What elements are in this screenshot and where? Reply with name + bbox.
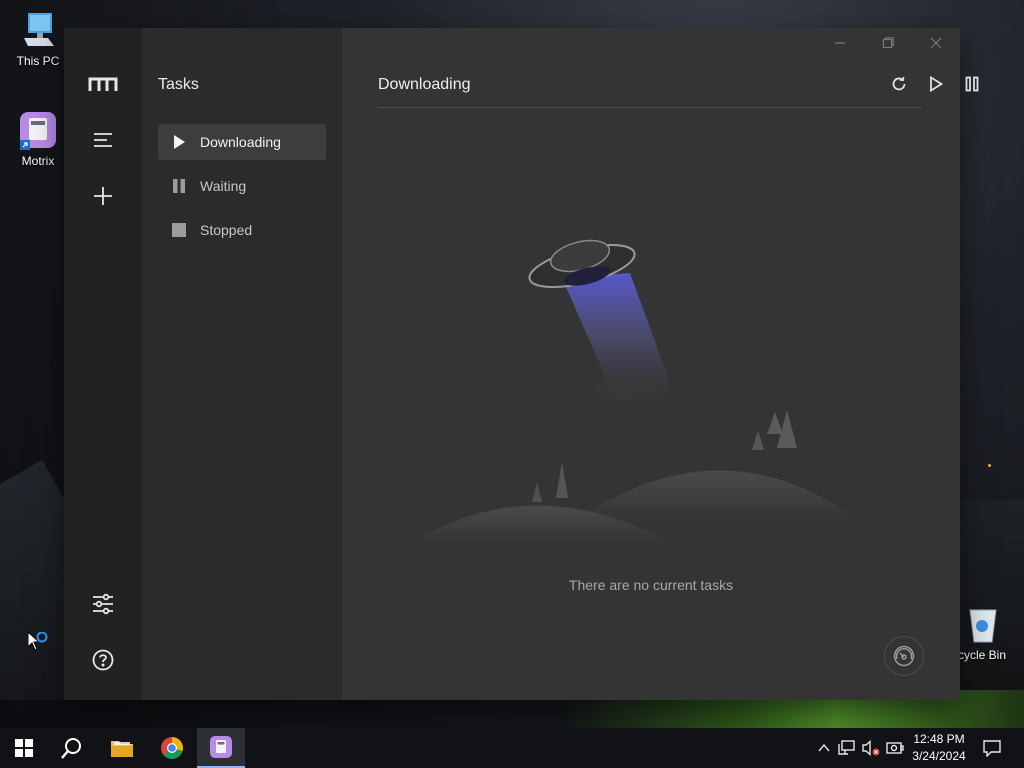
sidebar-item-downloading[interactable]: Downloading <box>158 124 326 160</box>
sidebar-item-label: Waiting <box>200 178 247 194</box>
battery-icon[interactable] <box>885 738 905 758</box>
page-title: Downloading <box>378 76 471 93</box>
stop-square-icon <box>158 222 200 238</box>
desktop-icon-motrix[interactable]: Motrix <box>6 110 70 168</box>
left-rail <box>64 28 142 700</box>
sidebar-item-label: Downloading <box>200 134 281 150</box>
play-icon <box>158 134 200 150</box>
file-explorer-icon[interactable] <box>98 728 146 768</box>
play-outline-icon[interactable] <box>924 72 948 96</box>
empty-state-message: There are no current tasks <box>568 577 734 593</box>
minimize-icon[interactable] <box>820 32 860 54</box>
desktop-icon-label: Motrix <box>21 154 55 168</box>
wallpaper-star <box>988 464 991 467</box>
plus-icon[interactable] <box>83 176 123 216</box>
motrix-window: Tasks Downloading Waiting Stopped Downlo… <box>64 28 979 700</box>
chrome-icon[interactable] <box>148 728 196 768</box>
sliders-settings-icon[interactable] <box>83 584 123 624</box>
taskbar: 12:48 PM 3/24/2024 <box>0 728 1024 768</box>
desktop-wallpaper-mountain <box>0 460 70 700</box>
motrix-app-icon <box>18 110 58 150</box>
search-icon[interactable] <box>48 728 96 768</box>
computer-icon <box>18 10 58 50</box>
sidebar-title: Tasks <box>158 76 199 93</box>
main-panel: Downloading There are no current tasks <box>342 28 979 700</box>
volume-muted-icon[interactable] <box>861 738 881 758</box>
notification-icon[interactable] <box>982 738 1002 758</box>
sidebar-item-stopped[interactable]: Stopped <box>158 212 326 248</box>
help-circle-icon[interactable] <box>83 640 123 680</box>
chevron-up-icon[interactable] <box>814 738 834 758</box>
motrix-taskbar-icon[interactable] <box>197 728 245 768</box>
motrix-m-logo-icon[interactable] <box>83 64 123 104</box>
recycle-bin-icon <box>962 604 1002 644</box>
sidebar-item-waiting[interactable]: Waiting <box>158 168 326 204</box>
desktop-icon-label: This PC <box>16 54 60 68</box>
desktop-icon-this-pc[interactable]: This PC <box>6 10 70 68</box>
hamburger-menu-icon[interactable] <box>83 120 123 160</box>
tasks-sidebar: Tasks Downloading Waiting Stopped <box>142 28 342 700</box>
network-icon[interactable] <box>837 738 857 758</box>
mouse-cursor-busy-icon <box>27 630 52 659</box>
taskbar-clock[interactable]: 12:48 PM 3/24/2024 <box>906 731 972 765</box>
refresh-icon[interactable] <box>887 72 911 96</box>
sidebar-item-label: Stopped <box>200 222 253 238</box>
windows-start-icon[interactable] <box>0 728 48 768</box>
pause-outline-icon[interactable] <box>960 72 984 96</box>
clock-time: 12:48 PM <box>913 732 965 746</box>
ufo-illustration <box>402 198 902 563</box>
speedometer-icon[interactable] <box>884 636 924 676</box>
title-divider <box>378 107 922 108</box>
clock-date: 3/24/2024 <box>912 749 966 763</box>
desktop-wallpaper-mountain-right <box>954 500 1024 700</box>
close-icon[interactable] <box>916 32 956 54</box>
maximize-icon[interactable] <box>868 32 908 54</box>
pause-icon <box>158 178 200 194</box>
